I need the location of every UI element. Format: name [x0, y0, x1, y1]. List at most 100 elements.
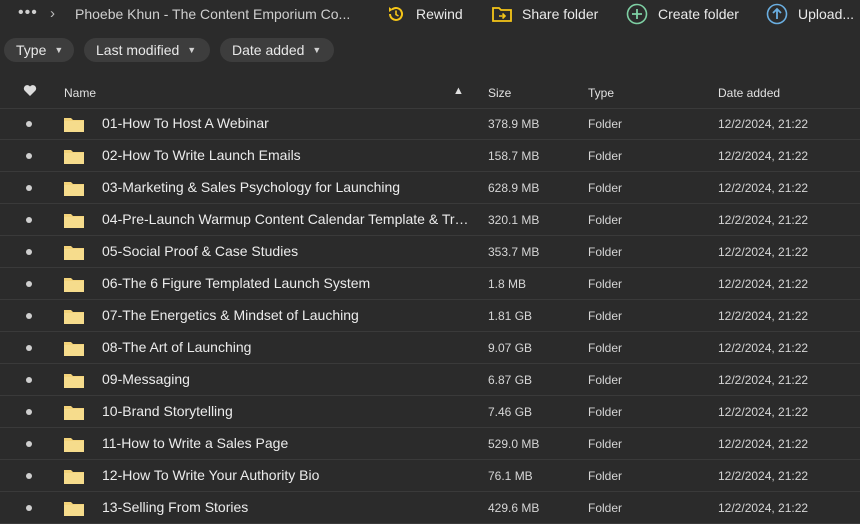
upload-button[interactable]: Upload...	[766, 3, 854, 25]
table-row[interactable]: 02-How To Write Launch Emails 158.7 MB Fol…	[0, 140, 860, 172]
column-header-name[interactable]: Name	[64, 86, 96, 100]
folder-icon	[64, 180, 84, 196]
file-size: 1.8 MB	[488, 277, 527, 291]
share-folder-icon	[492, 7, 512, 22]
filter-type[interactable]: Type ▼	[4, 38, 74, 62]
share-folder-button[interactable]: Share folder	[492, 3, 598, 25]
folder-icon	[64, 116, 84, 132]
file-name[interactable]: 04-Pre-Launch Warmup Content Calendar Te…	[102, 211, 472, 227]
file-type: Folder	[588, 149, 623, 163]
chevron-down-icon: ▼	[187, 45, 197, 55]
favorite-dot-icon[interactable]	[26, 281, 32, 287]
more-icon[interactable]: •••	[18, 5, 38, 21]
file-date-added: 12/2/2024, 21:22	[718, 181, 809, 195]
filter-last-modified[interactable]: Last modified ▼	[84, 38, 210, 62]
favorite-dot-icon[interactable]	[26, 185, 32, 191]
file-name[interactable]: 10-Brand Storytelling	[102, 403, 233, 419]
file-date-added: 12/2/2024, 21:22	[718, 405, 809, 419]
table-row[interactable]: 01-How To Host A Webinar 378.9 MB Folder 12…	[0, 108, 860, 140]
file-name[interactable]: 01-How To Host A Webinar	[102, 115, 269, 131]
file-type: Folder	[588, 309, 623, 323]
folder-icon	[64, 308, 84, 324]
file-name[interactable]: 03-Marketing & Sales Psychology for Laun…	[102, 179, 400, 195]
file-name[interactable]: 09-Messaging	[102, 371, 190, 387]
file-date-added: 12/2/2024, 21:22	[718, 437, 809, 451]
file-name[interactable]: 06-The 6 Figure Templated Launch System	[102, 275, 370, 291]
folder-icon	[64, 244, 84, 260]
file-date-added: 12/2/2024, 21:22	[718, 373, 809, 387]
file-name[interactable]: 02-How To Write Launch Emails	[102, 147, 301, 163]
file-list: 01-How To Host A Webinar 378.9 MB Folder 12…	[0, 108, 860, 524]
file-date-added: 12/2/2024, 21:22	[718, 501, 809, 515]
filter-date-added[interactable]: Date added ▼	[220, 38, 334, 62]
table-row[interactable]: 08-The Art of Launching 9.07 GB Folder 12/2…	[0, 332, 860, 364]
file-type: Folder	[588, 501, 623, 515]
folder-icon	[64, 436, 84, 452]
file-type: Folder	[588, 437, 623, 451]
file-name[interactable]: 13-Selling From Stories	[102, 499, 248, 515]
chevron-right-icon: ›	[50, 5, 55, 22]
file-name[interactable]: 11-How to Write a Sales Page	[102, 435, 288, 451]
favorite-dot-icon[interactable]	[26, 409, 32, 415]
create-folder-label: Create folder	[658, 6, 739, 22]
favorite-dot-icon[interactable]	[26, 153, 32, 159]
file-type: Folder	[588, 181, 623, 195]
table-row[interactable]: 04-Pre-Launch Warmup Content Calendar Te…	[0, 204, 860, 236]
column-header-type[interactable]: Type	[588, 86, 614, 100]
table-row[interactable]: 13-Selling From Stories 429.6 MB Folder 12/…	[0, 492, 860, 524]
folder-icon	[64, 340, 84, 356]
file-size: 158.7 MB	[488, 149, 540, 163]
favorite-dot-icon[interactable]	[26, 345, 32, 351]
file-size: 9.07 GB	[488, 341, 533, 355]
table-row[interactable]: 09-Messaging 6.87 GB Folder 12/2/2024, 21:2…	[0, 364, 860, 396]
file-size: 76.1 MB	[488, 469, 533, 483]
column-header-size[interactable]: Size	[488, 86, 511, 100]
filter-last-modified-label: Last modified	[96, 42, 180, 58]
chevron-down-icon: ▼	[312, 45, 322, 55]
favorite-dot-icon[interactable]	[26, 217, 32, 223]
favorite-dot-icon[interactable]	[26, 249, 32, 255]
file-date-added: 12/2/2024, 21:22	[718, 469, 809, 483]
favorite-dot-icon[interactable]	[26, 313, 32, 319]
table-row[interactable]: 07-The Energetics & Mindset of Lauching 1…	[0, 300, 860, 332]
table-row[interactable]: 06-The 6 Figure Templated Launch System 1…	[0, 268, 860, 300]
file-date-added: 12/2/2024, 21:22	[718, 245, 809, 259]
table-row[interactable]: 12-How To Write Your Authority Bio 76.1 M…	[0, 460, 860, 492]
table-row[interactable]: 05-Social Proof & Case Studies 353.7 MB Fo…	[0, 236, 860, 268]
chevron-down-icon: ▼	[54, 45, 64, 55]
sort-ascending-icon[interactable]: ▲	[453, 85, 464, 97]
column-header-date-added[interactable]: Date added	[718, 86, 780, 100]
favorite-dot-icon[interactable]	[26, 441, 32, 447]
file-name[interactable]: 05-Social Proof & Case Studies	[102, 243, 298, 259]
favorite-dot-icon[interactable]	[26, 473, 32, 479]
table-row[interactable]: 11-How to Write a Sales Page 529.0 MB Fold…	[0, 428, 860, 460]
table-row[interactable]: 03-Marketing & Sales Psychology for Laun…	[0, 172, 860, 204]
favorite-header-icon[interactable]	[23, 84, 37, 100]
file-type: Folder	[588, 277, 623, 291]
file-date-added: 12/2/2024, 21:22	[718, 341, 809, 355]
file-type: Folder	[588, 213, 623, 227]
file-date-added: 12/2/2024, 21:22	[718, 277, 809, 291]
favorite-dot-icon[interactable]	[26, 505, 32, 511]
file-type: Folder	[588, 117, 623, 131]
table-row[interactable]: 10-Brand Storytelling 7.46 GB Folder 12/2/2…	[0, 396, 860, 428]
file-size: 429.6 MB	[488, 501, 540, 515]
favorite-dot-icon[interactable]	[26, 121, 32, 127]
upload-icon	[766, 3, 788, 25]
favorite-dot-icon[interactable]	[26, 377, 32, 383]
filter-type-label: Type	[16, 42, 47, 58]
plus-circle-icon	[626, 3, 648, 25]
file-date-added: 12/2/2024, 21:22	[718, 149, 809, 163]
rewind-button[interactable]: Rewind	[386, 3, 463, 25]
create-folder-button[interactable]: Create folder	[626, 3, 739, 25]
top-toolbar: ••• › Phoebe Khun - The Content Emporium…	[0, 0, 860, 28]
breadcrumb[interactable]: Phoebe Khun - The Content Emporium Co...	[75, 6, 350, 22]
file-name[interactable]: 12-How To Write Your Authority Bio	[102, 467, 319, 483]
file-name[interactable]: 08-The Art of Launching	[102, 339, 251, 355]
table-header: Name ▲ Size Type Date added	[0, 78, 860, 109]
file-date-added: 12/2/2024, 21:22	[718, 213, 809, 227]
file-name[interactable]: 07-The Energetics & Mindset of Lauching	[102, 307, 359, 323]
rewind-label: Rewind	[416, 6, 463, 22]
file-type: Folder	[588, 245, 623, 259]
file-size: 378.9 MB	[488, 117, 540, 131]
